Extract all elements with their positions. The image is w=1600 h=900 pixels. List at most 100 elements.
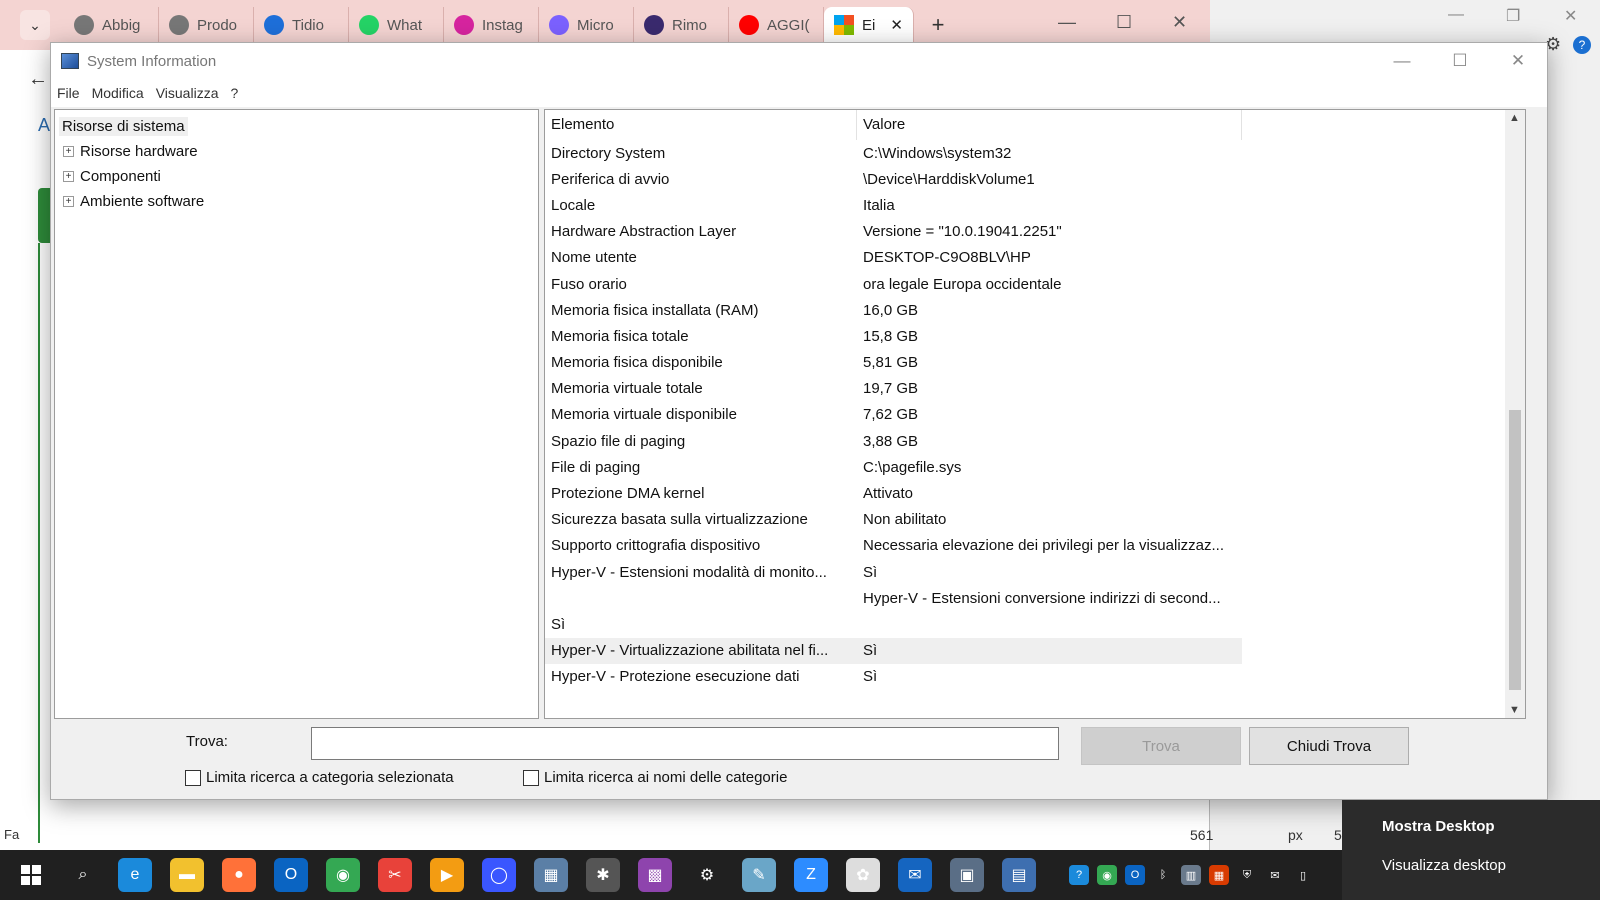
browser-tab[interactable]: Tidio [254, 7, 349, 43]
browser-tab[interactable]: AGGI( [729, 7, 824, 43]
limit-names-checkbox[interactable]: Limita ricerca ai nomi delle categorie [523, 769, 787, 786]
close-tab-icon[interactable]: ✕ [890, 16, 903, 34]
table-row[interactable]: Hyper-V - Protezione esecuzione dati Sì [545, 664, 1242, 690]
chrome-icon[interactable]: ◉ [326, 858, 360, 892]
window-title: System Information [87, 52, 217, 70]
table-row[interactable]: Protezione DMA kernel Attivato [545, 480, 1242, 506]
menu-help[interactable]: ? [230, 85, 238, 101]
table-row[interactable]: Hardware Abstraction Layer Versione = "10… [545, 219, 1242, 245]
snip-icon[interactable]: ✂ [378, 858, 412, 892]
mail-icon[interactable]: ✉ [1265, 865, 1285, 885]
browser-tab[interactable]: Instag [444, 7, 539, 43]
bluetooth-icon[interactable]: ᛒ [1153, 865, 1173, 885]
photo-app-icon[interactable]: ✱ [586, 858, 620, 892]
expand-icon[interactable]: + [63, 196, 74, 207]
menu-visualizza[interactable]: Visualizza [156, 85, 219, 101]
app-icon [169, 15, 189, 35]
copilot-icon [549, 15, 569, 35]
menu-modifica[interactable]: Modifica [92, 85, 144, 101]
back-arrow-icon[interactable]: ← [28, 68, 48, 91]
browser-tab[interactable]: What [349, 7, 444, 43]
table-row[interactable]: Supporto crittografia dispositivo Necessa… [545, 533, 1242, 559]
firefox-icon[interactable]: ● [222, 858, 256, 892]
edge-icon[interactable]: e [118, 858, 152, 892]
media-player-icon[interactable]: ▶ [430, 858, 464, 892]
sysinfo-icon[interactable]: ▤ [1002, 858, 1036, 892]
table-row[interactable]: Periferica di avvio \Device\HarddiskVolum… [545, 166, 1242, 192]
start-button[interactable] [14, 858, 48, 892]
find-button[interactable]: Trova [1081, 727, 1241, 765]
checkbox-box[interactable] [523, 769, 539, 786]
table-row[interactable]: Nome utente DESKTOP-C9O8BLV\HP [545, 245, 1242, 271]
scroll-thumb[interactable] [1509, 410, 1521, 690]
table-row[interactable]: Memoria virtuale totale 19,7 GB [545, 376, 1242, 402]
outlook-icon[interactable]: O [274, 858, 308, 892]
column-header-elemento[interactable]: Elemento [545, 110, 857, 140]
search-icon[interactable]: ⌕ [66, 858, 100, 892]
usb-icon[interactable]: ▯ [1293, 865, 1313, 885]
office-icon[interactable]: ▦ [1209, 865, 1229, 885]
vertical-scrollbar[interactable]: ▲ ▼ [1505, 110, 1525, 718]
column-header-valore[interactable]: Valore [857, 110, 1242, 140]
tree-root-item[interactable]: Risorse di sistema [59, 117, 188, 136]
menu-file[interactable]: File [57, 85, 80, 101]
find-input[interactable] [311, 727, 1059, 760]
security-icon[interactable]: ⛨ [1237, 865, 1257, 885]
messenger-icon[interactable]: ◯ [482, 858, 516, 892]
table-row[interactable]: Memoria fisica disponibile 5,81 GB [545, 350, 1242, 376]
expand-icon[interactable]: + [63, 171, 74, 182]
snipping-icon[interactable]: ✿ [846, 858, 880, 892]
close-button[interactable]: ✕ [1489, 51, 1547, 71]
table-row[interactable]: Hyper-V - Estensioni modalità di monito.… [545, 559, 1242, 585]
table-row[interactable]: Sì [545, 611, 1242, 637]
windows-logo-icon [21, 865, 41, 885]
tree-item-ambiente-software[interactable]: + Ambiente software [59, 189, 534, 214]
table-row[interactable]: Locale Italia [545, 192, 1242, 218]
new-tab-button[interactable]: + [922, 12, 954, 38]
table-row[interactable]: File di paging C:\pagefile.sys [545, 454, 1242, 480]
browser-tab[interactable]: Prodo [159, 7, 254, 43]
table-row[interactable]: Sicurezza basata sulla virtualizzazione N… [545, 507, 1242, 533]
limit-category-checkbox[interactable]: Limita ricerca a categoria selezionata [185, 769, 454, 786]
network-icon[interactable]: ▥ [1181, 865, 1201, 885]
expand-icon[interactable]: + [63, 146, 74, 157]
checkbox-box[interactable] [185, 769, 201, 786]
scroll-up-icon[interactable]: ▲ [1509, 112, 1520, 124]
settings-icon[interactable]: ⚙ [690, 858, 724, 892]
scroll-down-icon[interactable]: ▼ [1509, 704, 1520, 716]
browser-minimize-button[interactable]: — [1058, 12, 1076, 33]
table-row[interactable]: Hyper-V - Estensioni conversione indiriz… [545, 585, 1242, 611]
table-row[interactable]: Hyper-V - Virtualizzazione abilitata nel… [545, 637, 1242, 664]
tab-search-button[interactable]: ⌄ [20, 10, 50, 40]
file-explorer-icon[interactable]: ▬ [170, 858, 204, 892]
cell-elemento: Memoria fisica totale [551, 327, 689, 345]
cell-valore: C:\Windows\system32 [863, 144, 1012, 162]
help-icon[interactable]: ? [1573, 36, 1591, 54]
browser-tab[interactable]: Abbig [64, 7, 159, 43]
outlook-tray-icon[interactable]: O [1125, 865, 1145, 885]
tree-item-risorse-hardware[interactable]: + Risorse hardware [59, 139, 534, 164]
table-row[interactable]: Memoria fisica installata (RAM) 16,0 GB [545, 297, 1242, 323]
maximize-button[interactable]: ☐ [1431, 51, 1489, 71]
color-app-icon[interactable]: ▩ [638, 858, 672, 892]
tab-active[interactable]: Ei ✕ [824, 7, 914, 43]
table-row[interactable]: Directory System C:\Windows\system32 [545, 140, 1242, 166]
minimize-button[interactable]: — [1373, 51, 1431, 71]
browser-tab[interactable]: Rimo [634, 7, 729, 43]
tree-item-componenti[interactable]: + Componenti [59, 164, 534, 189]
help-icon[interactable]: ? [1069, 865, 1089, 885]
outlook-new-icon[interactable]: ✉ [898, 858, 932, 892]
browser-tab[interactable]: Micro [539, 7, 634, 43]
notepad-icon[interactable]: ✎ [742, 858, 776, 892]
table-row[interactable]: Memoria virtuale disponibile 7,62 GB [545, 402, 1242, 428]
table-row[interactable]: Memoria fisica totale 15,8 GB [545, 323, 1242, 349]
browser-maximize-button[interactable]: ☐ [1116, 12, 1132, 33]
table-row[interactable]: Fuso orario ora legale Europa occidentale [545, 271, 1242, 297]
calculator-icon[interactable]: ▦ [534, 858, 568, 892]
remote-icon[interactable]: ▣ [950, 858, 984, 892]
close-find-button[interactable]: Chiudi Trova [1249, 727, 1409, 765]
browser-close-button[interactable]: ✕ [1172, 12, 1187, 33]
table-row[interactable]: Spazio file di paging 3,88 GB [545, 428, 1242, 454]
chrome-tray-icon[interactable]: ◉ [1097, 865, 1117, 885]
zoom-icon[interactable]: Z [794, 858, 828, 892]
